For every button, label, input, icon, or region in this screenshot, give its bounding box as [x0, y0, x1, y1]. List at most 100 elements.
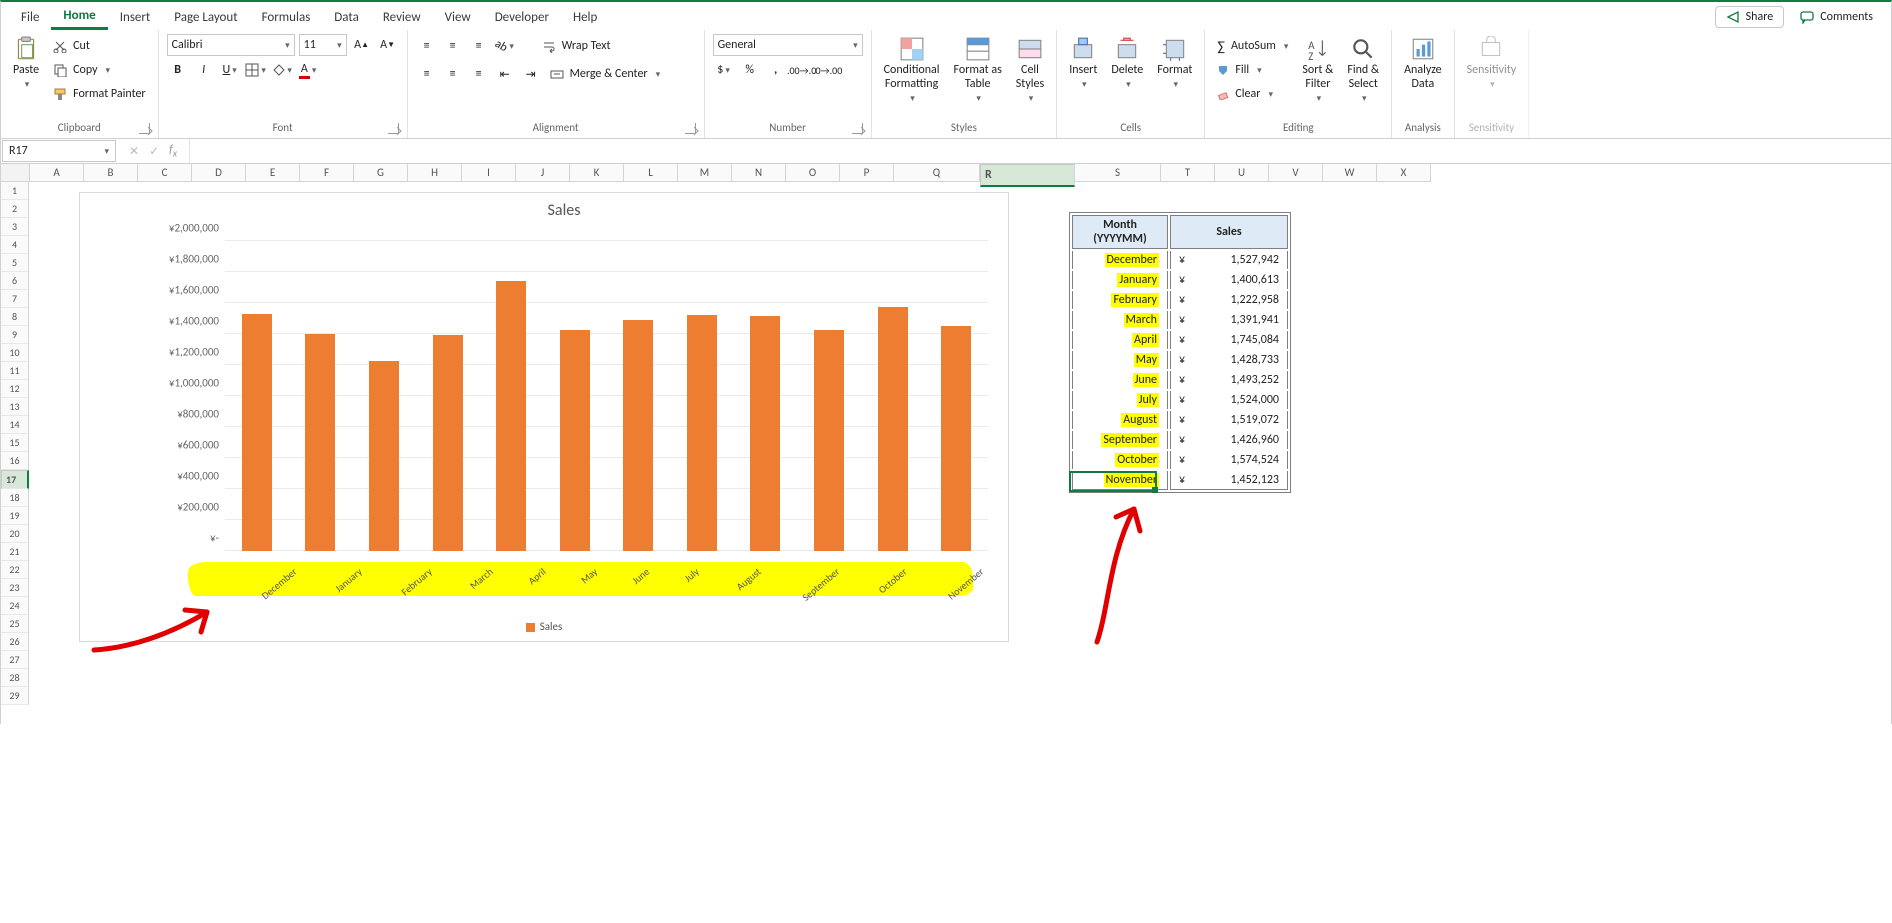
row-header-22[interactable]: 22	[1, 561, 29, 579]
col-header-O[interactable]: O	[786, 164, 840, 182]
paste-button[interactable]: Paste▾	[9, 34, 43, 92]
select-all-corner[interactable]	[1, 164, 30, 182]
find-select-button[interactable]: Find & Select▾	[1343, 34, 1383, 106]
row-header-24[interactable]: 24	[1, 597, 29, 615]
dialog-launcher-icon[interactable]	[139, 123, 150, 134]
dialog-launcher-icon[interactable]	[685, 123, 696, 134]
worksheet-grid[interactable]: ABCDEFGHIJKLMNOPQRSTUVWX 123456789101112…	[1, 164, 1891, 724]
decrease-indent-button[interactable]: ⇤	[494, 64, 516, 84]
col-header-F[interactable]: F	[300, 164, 354, 182]
row-header-14[interactable]: 14	[1, 416, 29, 434]
col-header-M[interactable]: M	[678, 164, 732, 182]
tab-developer[interactable]: Developer	[483, 6, 561, 29]
align-top-button[interactable]: ≡	[416, 36, 438, 56]
col-header-P[interactable]: P	[840, 164, 894, 182]
col-header-G[interactable]: G	[354, 164, 408, 182]
active-cell[interactable]	[1069, 471, 1157, 492]
fx-icon[interactable]: fx	[169, 143, 177, 159]
table-row[interactable]: June¥1,493,252	[1072, 371, 1288, 389]
col-header-I[interactable]: I	[462, 164, 516, 182]
tab-home[interactable]: Home	[51, 4, 107, 30]
row-header-16[interactable]: 16	[1, 452, 29, 470]
border-button[interactable]: ▾	[245, 60, 267, 80]
col-header-X[interactable]: X	[1377, 164, 1431, 182]
col-header-J[interactable]: J	[516, 164, 570, 182]
name-box[interactable]: R17▾	[2, 140, 116, 162]
row-header-1[interactable]: 1	[1, 182, 29, 200]
row-header-28[interactable]: 28	[1, 669, 29, 687]
table-row[interactable]: October¥1,574,524	[1072, 451, 1288, 469]
row-header-18[interactable]: 18	[1, 489, 29, 507]
copy-button[interactable]: Copy▾	[49, 58, 150, 82]
col-header-C[interactable]: C	[138, 164, 192, 182]
col-header-N[interactable]: N	[732, 164, 786, 182]
percent-button[interactable]: %	[739, 60, 761, 80]
table-row[interactable]: July¥1,524,000	[1072, 391, 1288, 409]
align-middle-button[interactable]: ≡	[442, 36, 464, 56]
dialog-launcher-icon[interactable]	[852, 123, 863, 134]
row-header-29[interactable]: 29	[1, 687, 29, 705]
row-header-21[interactable]: 21	[1, 543, 29, 561]
row-header-25[interactable]: 25	[1, 615, 29, 633]
cut-button[interactable]: Cut	[49, 34, 150, 58]
analyze-data-button[interactable]: Analyze Data	[1400, 34, 1446, 94]
format-painter-button[interactable]: Format Painter	[49, 82, 150, 106]
row-header-27[interactable]: 27	[1, 651, 29, 669]
col-header-T[interactable]: T	[1161, 164, 1215, 182]
row-header-10[interactable]: 10	[1, 344, 29, 362]
wrap-text-button[interactable]: Wrap Text	[538, 34, 615, 58]
bar-may[interactable]	[560, 330, 590, 551]
increase-font-button[interactable]: A▲	[351, 35, 373, 55]
align-center-button[interactable]: ≡	[442, 64, 464, 84]
align-bottom-button[interactable]: ≡	[468, 36, 490, 56]
row-header-9[interactable]: 9	[1, 326, 29, 344]
col-header-A[interactable]: A	[30, 164, 84, 182]
row-header-6[interactable]: 6	[1, 272, 29, 290]
sort-filter-button[interactable]: AZSort & Filter▾	[1298, 34, 1337, 106]
format-as-table-button[interactable]: Format as Table▾	[950, 34, 1006, 106]
share-button[interactable]: Share	[1715, 6, 1785, 28]
table-row[interactable]: December¥1,527,942	[1072, 251, 1288, 269]
row-header-8[interactable]: 8	[1, 308, 29, 326]
clear-button[interactable]: Clear▾	[1213, 82, 1292, 106]
tab-file[interactable]: File	[9, 6, 51, 29]
tab-review[interactable]: Review	[371, 6, 433, 29]
orientation-button[interactable]: ab▾	[494, 36, 516, 56]
bar-july[interactable]	[687, 315, 717, 551]
enter-formula-icon[interactable]: ✓	[149, 144, 159, 159]
col-header-B[interactable]: B	[84, 164, 138, 182]
tab-page-layout[interactable]: Page Layout	[162, 6, 249, 29]
chart-object[interactable]: Sales ¥-¥200,000¥400,000¥600,000¥800,000…	[79, 192, 1009, 642]
col-header-K[interactable]: K	[570, 164, 624, 182]
decrease-font-button[interactable]: A▼	[377, 35, 399, 55]
bold-button[interactable]: B	[167, 60, 189, 80]
bar-april[interactable]	[496, 281, 526, 551]
row-header-2[interactable]: 2	[1, 200, 29, 218]
row-header-4[interactable]: 4	[1, 236, 29, 254]
row-header-11[interactable]: 11	[1, 362, 29, 380]
table-row[interactable]: April¥1,745,084	[1072, 331, 1288, 349]
table-row[interactable]: August¥1,519,072	[1072, 411, 1288, 429]
table-row[interactable]: September¥1,426,960	[1072, 431, 1288, 449]
delete-cells-button[interactable]: Delete▾	[1107, 34, 1147, 92]
bar-december[interactable]	[242, 314, 272, 551]
align-right-button[interactable]: ≡	[468, 64, 490, 84]
bar-august[interactable]	[750, 316, 780, 551]
col-header-Q[interactable]: Q	[894, 164, 980, 182]
bar-november[interactable]	[941, 326, 971, 551]
row-header-15[interactable]: 15	[1, 434, 29, 452]
tab-insert[interactable]: Insert	[108, 6, 163, 29]
decrease-decimal-button[interactable]: .0→.00	[817, 60, 839, 80]
font-color-button[interactable]: A▾	[297, 60, 319, 80]
bar-september[interactable]	[814, 330, 844, 551]
tab-formulas[interactable]: Formulas	[250, 6, 323, 29]
comma-button[interactable]: ,	[765, 60, 787, 80]
fill-color-button[interactable]: ▾	[271, 60, 293, 80]
dialog-launcher-icon[interactable]	[388, 123, 399, 134]
col-header-S[interactable]: S	[1075, 164, 1161, 182]
row-header-13[interactable]: 13	[1, 398, 29, 416]
col-header-V[interactable]: V	[1269, 164, 1323, 182]
insert-cells-button[interactable]: Insert▾	[1065, 34, 1101, 92]
increase-indent-button[interactable]: ⇥	[520, 64, 542, 84]
cell-styles-button[interactable]: Cell Styles▾	[1012, 34, 1048, 106]
